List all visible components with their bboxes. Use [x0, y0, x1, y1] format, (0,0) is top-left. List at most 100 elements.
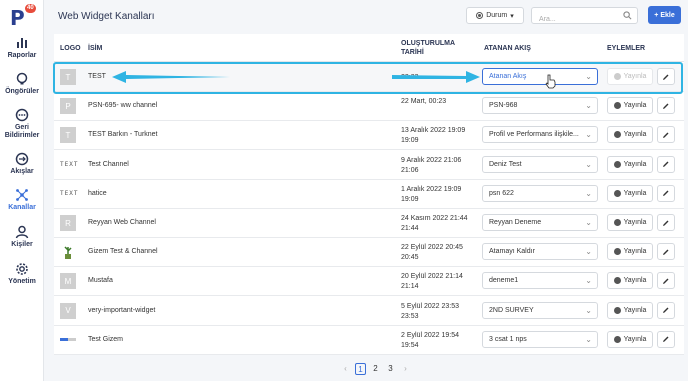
channel-name: Gizem Test & Channel: [88, 248, 158, 256]
channel-logo: T: [60, 127, 76, 144]
publish-button[interactable]: Yayınla: [607, 301, 653, 319]
search-icon[interactable]: [623, 11, 632, 20]
channel-logo: P: [60, 98, 76, 115]
sidebar-item-raporlar[interactable]: Raporlar: [0, 36, 44, 60]
edit-button[interactable]: [657, 214, 675, 231]
flow-select[interactable]: deneme1 ⌄: [482, 272, 598, 290]
sidebar-item-label: Raporlar: [7, 52, 37, 59]
created-date: 22 Eylül 2022 20:45 20:45: [401, 244, 463, 262]
page-button-3[interactable]: 3: [385, 363, 396, 375]
table-row[interactable]: M Mustafa 20 Eylül 2022 21:14 21:14 deneme1…: [54, 267, 684, 297]
table-row[interactable]: TEXT hatice 1 Aralık 2022 19:09 19:09 psn 6…: [54, 180, 684, 209]
publish-label: Yayınla: [623, 306, 647, 314]
chevron-down-icon: ⌄: [585, 305, 592, 315]
channel-name: PSN-695- ww channel: [88, 102, 158, 110]
chevron-down-icon: ⌄: [585, 188, 592, 198]
publish-button[interactable]: Yayınla: [607, 97, 653, 115]
edit-button[interactable]: [657, 155, 675, 173]
table-row[interactable]: R Reyyan Web Channel 24 Kasım 2022 21:44 2…: [54, 209, 684, 238]
next-page-button[interactable]: ›: [400, 363, 411, 375]
flow-select[interactable]: psn 622 ⌄: [482, 184, 598, 202]
publish-label: Yayınla: [623, 335, 647, 343]
created-date: 5 Eylül 2022 23:53 23:53: [401, 302, 459, 320]
table-row[interactable]: Gizem Test & Channel 22 Eylül 2022 20:45 …: [54, 238, 684, 268]
sidebar-item-label: Yönetim: [8, 278, 36, 285]
sidebar-item-kisiler[interactable]: Kişiler: [0, 225, 44, 249]
sidebar-item-yonetim[interactable]: Yönetim: [0, 262, 44, 286]
flow-value: Atamayı Kaldır: [489, 248, 535, 256]
flow-select[interactable]: 2ND SURVEY ⌄: [482, 301, 598, 319]
publish-button[interactable]: Yayınla: [607, 243, 653, 261]
channel-logo: [60, 332, 76, 348]
publish-button[interactable]: Yayınla: [607, 214, 653, 231]
sidebar-item-akislar[interactable]: Akışlar: [0, 152, 44, 176]
app-logo[interactable]: P 40: [8, 4, 36, 30]
edit-button[interactable]: [657, 243, 675, 261]
flow-value: 2ND SURVEY: [489, 306, 534, 314]
prev-page-button[interactable]: ‹: [340, 363, 351, 375]
created-date: 24 Kasım 2022 21:44 21:44: [401, 215, 468, 232]
sidebar-item-label: Akışlar: [10, 168, 34, 175]
channel-logo: M: [60, 273, 76, 290]
publish-button[interactable]: Yayınla: [607, 272, 653, 290]
sidebar-item-label: Kanallar: [8, 204, 36, 211]
channels-icon: [16, 189, 28, 201]
edit-button[interactable]: [657, 330, 675, 348]
flow-select[interactable]: PSN-968 ⌄: [482, 97, 598, 115]
caret-down-icon: ▾: [510, 12, 514, 20]
edit-button[interactable]: [657, 126, 675, 144]
lightbulb-icon: [16, 72, 28, 85]
table-row[interactable]: P PSN-695- ww channel 22 Mart, 00:23 PSN-96…: [54, 92, 684, 122]
flow-select[interactable]: Profil ve Performans ilişkile... ⌄: [482, 126, 598, 144]
table-row[interactable]: T TEST Barkın - Turknet 13 Aralık 2022 19:…: [54, 121, 684, 151]
created-date: 1 Aralık 2022 19:09 19:09: [401, 185, 462, 203]
status-filter[interactable]: Durum ▾: [466, 7, 524, 24]
flow-select[interactable]: Atamayı Kaldır ⌄: [482, 243, 598, 261]
chevron-down-icon: ⌄: [585, 334, 592, 344]
sidebar-item-geri-bildirimler[interactable]: Geri Bildirimler: [0, 108, 44, 140]
edit-button[interactable]: [657, 184, 675, 202]
page-button-1[interactable]: 1: [355, 363, 366, 375]
publish-button[interactable]: Yayınla: [607, 330, 653, 348]
table-row[interactable]: Vvery-important-widget 5 Eylül 2022 23:53…: [54, 297, 684, 326]
pagination: ‹ 1 2 3 ›: [340, 362, 411, 376]
logo-letter: P: [60, 98, 76, 115]
sidebar-item-kanallar[interactable]: Kanallar: [0, 188, 44, 212]
channel-logo: V: [60, 302, 76, 319]
pencil-icon: [663, 190, 669, 197]
sidebar-item-ongoruler[interactable]: Öngörüler: [0, 72, 44, 96]
edit-button[interactable]: [657, 97, 675, 115]
publish-button[interactable]: Yayınla: [607, 184, 653, 202]
channel-name: Reyyan Web Channel: [88, 219, 156, 226]
flow-icon: [15, 152, 29, 166]
status-radio-icon: [476, 12, 484, 19]
edit-button[interactable]: [657, 272, 675, 290]
notification-badge: 40: [25, 4, 36, 13]
channel-name: very-important-widget: [88, 306, 156, 314]
publish-button[interactable]: Yayınla: [607, 126, 653, 144]
flow-select[interactable]: 3 csat 1 nps ⌄: [482, 330, 598, 348]
channel-name: Test Channel: [88, 160, 129, 168]
chevron-down-icon: ⌄: [585, 101, 592, 111]
chevron-down-icon: ⌄: [585, 218, 592, 227]
search-input[interactable]: [532, 12, 622, 27]
gear-icon: [16, 263, 28, 275]
globe-icon: [613, 131, 621, 139]
search-box: [531, 7, 638, 27]
edit-button[interactable]: [657, 301, 675, 319]
flow-value: psn 622: [489, 189, 514, 197]
publish-button[interactable]: Yayınla: [607, 155, 653, 173]
add-button[interactable]: + Ekle: [648, 6, 681, 24]
globe-icon: [613, 277, 621, 285]
channel-name: TEST Barkın - Turknet: [88, 131, 158, 139]
flow-value: deneme1: [489, 277, 519, 285]
created-date: 20 Eylül 2022 21:14 21:14: [401, 273, 463, 291]
page-button-2[interactable]: 2: [370, 363, 381, 375]
pencil-icon: [663, 220, 669, 226]
publish-label: Yayınla: [623, 189, 647, 197]
table-row[interactable]: TEXT Test Channel 9 Aralık 2022 21:06 21:0…: [54, 151, 684, 180]
flow-select[interactable]: Deniz Test ⌄: [482, 155, 598, 173]
flow-value: Deniz Test: [489, 160, 522, 168]
table-row[interactable]: Test Gizem 2 Eylül 2022 19:54 19:54 3 csat…: [54, 326, 684, 355]
flow-select[interactable]: Reyyan Deneme ⌄: [482, 214, 598, 231]
